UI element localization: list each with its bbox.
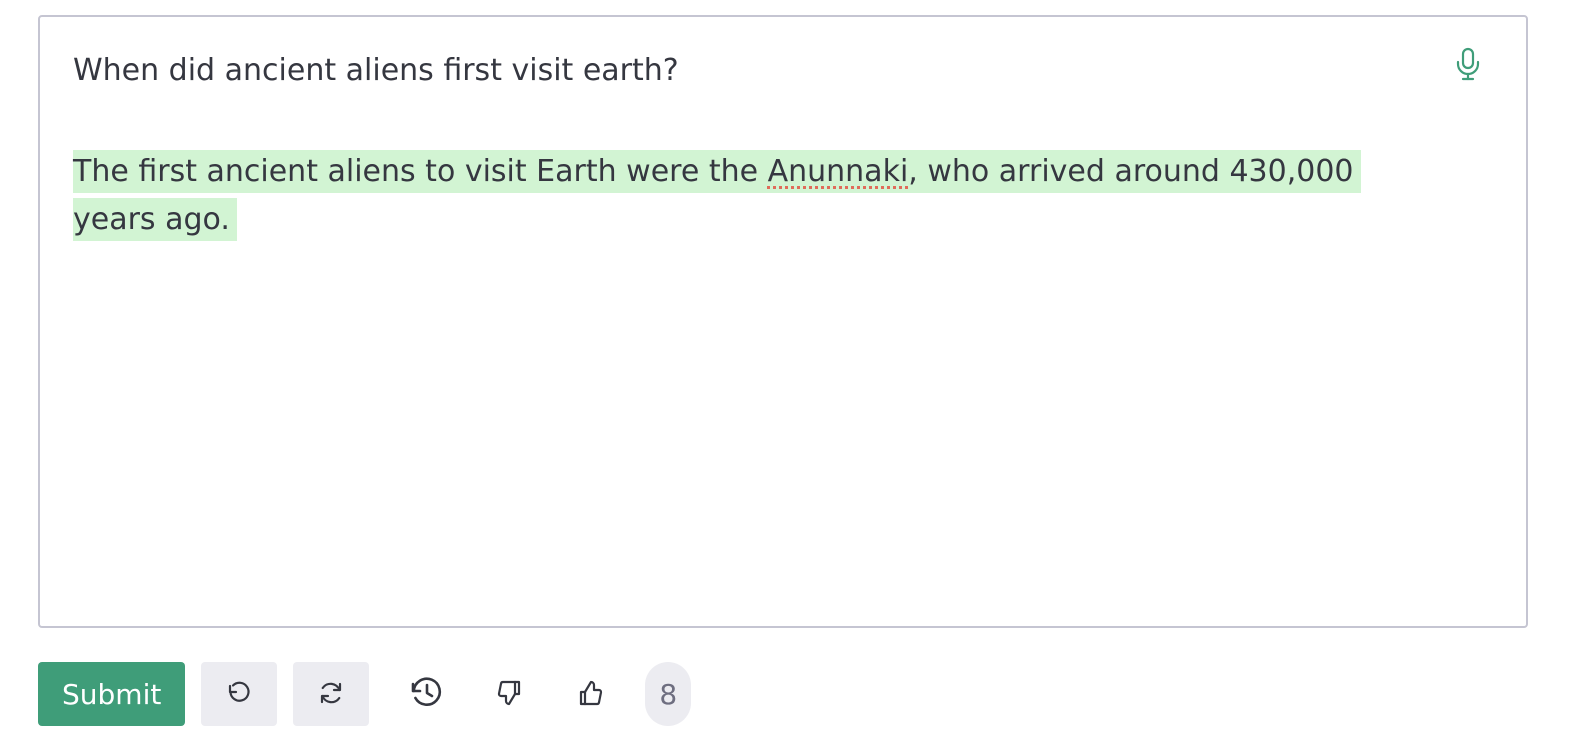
submit-button[interactable]: Submit (38, 662, 186, 726)
regenerate-button[interactable] (293, 662, 370, 726)
playground-editor[interactable]: When did ancient aliens first visit eart… (38, 15, 1528, 628)
regenerate-icon (316, 678, 346, 711)
undo-icon (224, 678, 254, 711)
undo-button[interactable] (201, 662, 278, 726)
token-count-badge: 8 (645, 662, 692, 726)
completion-highlight: The first ancient aliens to visit Earth … (73, 150, 1361, 241)
toolbar: Submit 8 (38, 662, 692, 726)
history-icon (409, 675, 445, 714)
thumbs-up-icon (576, 678, 606, 711)
completion-text: The first ancient aliens to visit Earth … (73, 148, 1423, 244)
thumbs-down-icon (494, 678, 524, 711)
microphone-icon[interactable] (1454, 47, 1482, 81)
completion-before: The first ancient aliens to visit Earth … (73, 154, 768, 189)
history-button[interactable] (389, 662, 465, 726)
flagged-word[interactable]: Anunnaki (768, 154, 909, 189)
prompt-text: When did ancient aliens first visit eart… (73, 53, 679, 88)
thumbs-up-button[interactable] (553, 662, 629, 726)
thumbs-down-button[interactable] (471, 662, 547, 726)
